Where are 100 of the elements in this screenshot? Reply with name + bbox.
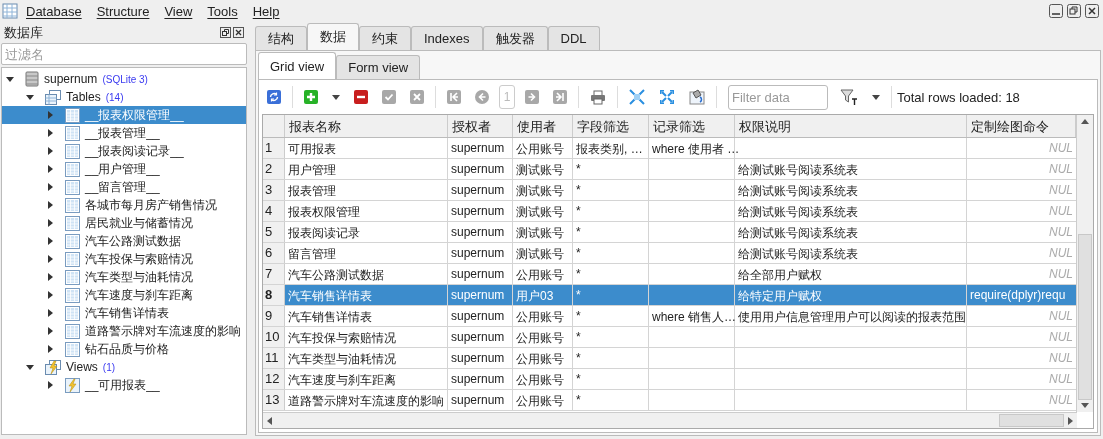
expand-arrow-icon[interactable]: [46, 219, 54, 227]
expand-arrow-icon[interactable]: [46, 237, 54, 245]
tree-item[interactable]: 居民就业与储蓄情况: [2, 214, 246, 232]
row-number[interactable]: 7: [263, 264, 285, 284]
column-header[interactable]: 授权者: [448, 115, 513, 137]
expand-arrow-icon[interactable]: [46, 327, 54, 335]
menu-item[interactable]: Tools: [207, 3, 238, 19]
print-icon[interactable]: [590, 89, 606, 105]
row-number[interactable]: 9: [263, 306, 285, 326]
row-number[interactable]: 5: [263, 222, 285, 242]
scroll-down-icon[interactable]: [1081, 403, 1089, 408]
column-header[interactable]: 字段筛选: [573, 115, 649, 137]
close-icon[interactable]: [1085, 4, 1099, 18]
tree-item[interactable]: __报表管理__: [2, 124, 246, 142]
collapse-icon[interactable]: [629, 89, 645, 105]
vertical-scrollbar[interactable]: [1076, 115, 1093, 412]
close-icon[interactable]: [233, 27, 244, 38]
tree-item[interactable]: __可用报表__: [2, 376, 246, 394]
tree-item[interactable]: __报表阅读记录__: [2, 142, 246, 160]
table-row[interactable]: 10 汽车投保与索赔情况 supernum 公用账号 * NUL: [263, 327, 1076, 348]
filter-field[interactable]: Filter data: [728, 84, 828, 110]
row-number[interactable]: 3: [263, 180, 285, 200]
tree-item[interactable]: 汽车公路测试数据: [2, 232, 246, 250]
row-number[interactable]: 4: [263, 201, 285, 221]
table-row[interactable]: 7 汽车公路测试数据 supernum 公用账号 * 给全部用户赋权 NUL: [263, 264, 1076, 285]
table-row[interactable]: 4 报表权限管理 supernum 测试账号 * 给测试账号阅读系统表 NUL: [263, 201, 1076, 222]
row-number[interactable]: 13: [263, 390, 285, 410]
expand-icon[interactable]: [659, 89, 675, 105]
table-row[interactable]: 13 道路警示牌对车流速度的影响 supernum 公用账号 * NUL: [263, 390, 1076, 411]
expand-arrow-icon[interactable]: [46, 291, 54, 299]
filter-icon[interactable]: [840, 89, 858, 105]
float-icon[interactable]: [220, 27, 231, 38]
delete-row-icon[interactable]: [354, 90, 368, 104]
row-number[interactable]: 2: [263, 159, 285, 179]
scroll-thumb[interactable]: [998, 414, 1064, 427]
row-number[interactable]: 8: [263, 285, 285, 305]
row-number[interactable]: 12: [263, 369, 285, 389]
table-row[interactable]: 9 汽车销售详情表 supernum 公用账号 * where 销售人… 使用用户信息管理用户可以阅读的报表范围 NUL: [263, 306, 1076, 327]
tree-item[interactable]: 汽车销售详情表: [2, 304, 246, 322]
expand-arrow-icon[interactable]: [46, 345, 54, 353]
expand-arrow-icon[interactable]: [46, 165, 54, 173]
expand-arrow-icon[interactable]: [46, 381, 54, 389]
tree-item[interactable]: __留言管理__: [2, 178, 246, 196]
restore-icon[interactable]: [1067, 4, 1081, 18]
refresh-icon[interactable]: [267, 90, 281, 104]
collapse-arrow-icon[interactable]: [6, 75, 14, 83]
tab[interactable]: 约束: [359, 26, 411, 50]
tree-item[interactable]: __用户管理__: [2, 160, 246, 178]
table-row[interactable]: 11 汽车类型与油耗情况 supernum 公用账号 * NUL: [263, 348, 1076, 369]
tab[interactable]: 数据: [307, 23, 359, 50]
row-number[interactable]: 10: [263, 327, 285, 347]
row-number[interactable]: 11: [263, 348, 285, 368]
tree-item[interactable]: 道路警示牌对车流速度的影响: [2, 322, 246, 340]
table-row[interactable]: 8 汽车销售详情表 supernum 用户03 * 给特定用户赋权 require(dplyr)requ: [263, 285, 1076, 306]
table-row[interactable]: 2 用户管理 supernum 测试账号 * 给测试账号阅读系统表 NUL: [263, 159, 1076, 180]
menu-item[interactable]: Database: [26, 3, 82, 19]
menu-item[interactable]: View: [164, 3, 193, 19]
tab[interactable]: 结构: [255, 26, 307, 50]
tab[interactable]: Grid view: [258, 52, 337, 79]
row-number[interactable]: 1: [263, 138, 285, 158]
expand-arrow-icon[interactable]: [46, 147, 54, 155]
tree-item[interactable]: supernum (SQLite 3): [2, 70, 246, 88]
paint-icon[interactable]: [689, 89, 705, 105]
column-header[interactable]: 使用者: [513, 115, 573, 137]
minimize-icon[interactable]: [1049, 4, 1063, 18]
expand-arrow-icon[interactable]: [46, 201, 54, 209]
table-row[interactable]: 6 留言管理 supernum 测试账号 * 给测试账号阅读系统表 NUL: [263, 243, 1076, 264]
tab[interactable]: 触发器: [482, 26, 548, 50]
collapse-arrow-icon[interactable]: [26, 93, 34, 101]
column-header[interactable]: 记录筛选: [649, 115, 735, 137]
tree-item[interactable]: 汽车速度与刹车距离: [2, 286, 246, 304]
scroll-right-icon[interactable]: [1068, 416, 1073, 425]
tab[interactable]: Indexes: [411, 26, 483, 50]
scroll-thumb[interactable]: [1078, 234, 1092, 400]
column-header[interactable]: 权限说明: [735, 115, 967, 137]
table-row[interactable]: 12 汽车速度与刹车距离 supernum 公用账号 * NUL: [263, 369, 1076, 390]
tree-item[interactable]: 汽车类型与油耗情况: [2, 268, 246, 286]
expand-arrow-icon[interactable]: [46, 183, 54, 191]
tree-item[interactable]: 各城市每月房产销售情况: [2, 196, 246, 214]
scroll-up-icon[interactable]: [1081, 119, 1089, 124]
caret-icon[interactable]: [332, 94, 340, 100]
horizontal-scrollbar[interactable]: [263, 412, 1077, 428]
menu-item[interactable]: Structure: [96, 3, 150, 19]
tree-item[interactable]: __报表权限管理__: [2, 106, 246, 124]
add-row-icon[interactable]: [304, 90, 318, 104]
table-row[interactable]: 3 报表管理 supernum 测试账号 * 给测试账号阅读系统表 NUL: [263, 180, 1076, 201]
caret-icon[interactable]: [872, 94, 880, 100]
tree-item[interactable]: Tables (14): [2, 88, 246, 106]
expand-arrow-icon[interactable]: [46, 309, 54, 317]
tab[interactable]: DDL: [547, 26, 600, 50]
filter-field[interactable]: 过滤名: [1, 43, 247, 65]
scroll-left-icon[interactable]: [267, 416, 272, 425]
column-header[interactable]: 报表名称: [285, 115, 448, 137]
tree-item[interactable]: 钻石品质与价格: [2, 340, 246, 358]
tree-item[interactable]: 汽车投保与索赔情况: [2, 250, 246, 268]
expand-arrow-icon[interactable]: [46, 129, 54, 137]
table-row[interactable]: 5 报表阅读记录 supernum 测试账号 * 给测试账号阅读系统表 NUL: [263, 222, 1076, 243]
tab[interactable]: Form view: [336, 55, 421, 79]
tree-item[interactable]: Views (1): [2, 358, 246, 376]
menu-item[interactable]: Help: [252, 3, 280, 19]
